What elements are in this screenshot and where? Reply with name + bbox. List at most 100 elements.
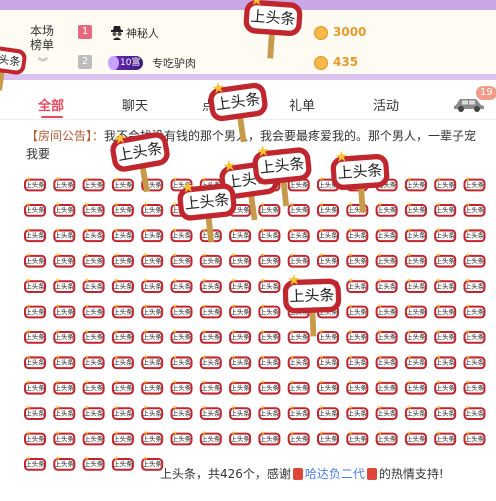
sticker-label: 上头条 (113, 434, 133, 443)
rank-title[interactable]: 本场 榜单 (30, 24, 54, 52)
sticker-label: 上头条 (142, 256, 162, 265)
headline-sticker: ★上头条 (229, 201, 252, 217)
sticker-label: 上头条 (25, 383, 45, 392)
headline-sticker: ★上头条 (317, 252, 339, 268)
tab-gift-list[interactable]: 礼单 (289, 95, 315, 114)
sticker-label: 上头条 (55, 307, 75, 316)
sticker-label: 上头条 (113, 358, 133, 367)
gift-thanks-text: 的热情支持! (378, 467, 444, 481)
sticker-label: 上头条 (201, 231, 221, 240)
headline-sticker: ★上头条 (229, 303, 252, 319)
headline-sticker: ★上头条 (404, 379, 427, 395)
sticker-label: 上头条 (113, 281, 133, 290)
sticker-label: 上头条 (230, 281, 250, 290)
headline-sticker: ★上头条 (53, 176, 76, 192)
headline-sticker: ★上头条 (170, 201, 193, 217)
sticker-label: 上头条 (172, 281, 192, 290)
sticker-label: 上头条 (377, 332, 397, 341)
rank-title-line2: 榜单 (30, 38, 55, 52)
sticker-label: 上头条 (230, 358, 250, 367)
chevron-down-icon[interactable]: ︾ (38, 54, 48, 69)
headline-sticker: ★上头条 (82, 455, 105, 471)
gift-sender-name[interactable]: 哈达负二代 (305, 467, 365, 481)
sticker-label: 上头条 (172, 205, 192, 214)
headline-sticker: ★上头条 (434, 328, 457, 344)
headline-sticker: ★上头条 (434, 201, 457, 217)
rank-title-line1: 本场 (30, 24, 55, 38)
headline-sticker: ★上头条 (199, 277, 222, 293)
headline-sticker: ★上头条 (229, 353, 252, 370)
headline-sticker: ★上头条 (404, 252, 427, 268)
top-strip (0, 0, 496, 10)
headline-sticker: ★上头条 (463, 303, 486, 319)
sticker-label: 上头条 (318, 281, 338, 290)
chat-area[interactable]: 【房间公告】：我不会找没有钱的那个男人，我会要最疼爱我的。那个男人，一辈子宠我要… (0, 121, 496, 501)
tab-bar: 全部 聊天 点 礼单 活动 (0, 86, 496, 120)
sticker-label: 上头条 (435, 332, 455, 341)
headline-sticker: ★上头条 (434, 430, 457, 446)
headline-sticker: ★上头条 (287, 353, 310, 370)
sticker-label: 上头条 (113, 256, 133, 265)
headline-sticker: ★上头条 (53, 201, 76, 217)
sticker-label: 上头条 (25, 358, 45, 367)
sticker-label: 上头条 (318, 307, 338, 316)
headline-sticker: ★上头条 (287, 226, 310, 243)
sticker-label: 上头条 (172, 383, 192, 392)
tab-chat[interactable]: 聊天 (122, 95, 148, 114)
sticker-label: 上头条 (348, 205, 368, 214)
sticker-label: 上头条 (260, 307, 280, 316)
headline-sticker: ★上头条 (111, 303, 134, 319)
headline-sticker: ★上头条 (346, 328, 369, 344)
headline-sticker: ★上头条 (346, 404, 369, 420)
rank-row[interactable]: 2 10富 专吃驴肉 435 (78, 54, 478, 72)
headline-sticker: ★上头条 (317, 201, 339, 217)
headline-sticker: ★上头条 (53, 277, 76, 293)
headline-sticker: ★上头条 (111, 176, 134, 192)
sticker-label: 上头条 (289, 180, 309, 189)
headline-sticker: ★上头条 (53, 353, 76, 370)
sticker-label: 上头条 (142, 358, 162, 367)
sticker-label: 上头条 (406, 281, 426, 290)
sticker-label: 上头条 (348, 281, 368, 290)
headline-sticker: ★上头条 (434, 404, 457, 420)
tab-all[interactable]: 全部 (38, 95, 64, 114)
headline-sticker: ★上头条 (141, 404, 164, 420)
sticker-label: 上头条 (142, 205, 162, 214)
sticker-label: 上头条 (25, 332, 45, 341)
headline-sticker: ★上头条 (111, 252, 134, 268)
headline-sticker: ★上头条 (375, 226, 398, 243)
sticker-label: 上头条 (406, 408, 426, 417)
headline-sticker: ★上头条 (434, 277, 457, 293)
headline-sticker: ★上头条 (82, 226, 105, 243)
user-level-badge (292, 468, 303, 480)
sticker-label: 上头条 (55, 205, 75, 214)
headline-sticker: ★上头条 (199, 430, 222, 446)
headline-sticker: ★上头条 (404, 328, 427, 344)
tab-activity[interactable]: 活动 (373, 95, 399, 114)
headline-sticker: ★上头条 (82, 404, 105, 420)
headline-sticker: ★上头条 (141, 201, 164, 217)
sticker-label: 上头条 (55, 180, 75, 189)
headline-sticker: ★上头条 (317, 328, 339, 344)
sticker-label: 上头条 (25, 256, 45, 265)
headline-sticker: ★上头条 (53, 328, 76, 344)
sticker-label: 上头条 (84, 205, 104, 214)
headline-sticker: ★上头条 (82, 277, 105, 293)
sticker-label: 上头条 (172, 358, 192, 367)
sticker-label: 上头条 (230, 180, 250, 189)
rank-row[interactable]: 1 神秘人 3000 (78, 24, 478, 42)
sticker-label: 上头条 (348, 358, 368, 367)
headline-sticker: ★上头条 (53, 226, 76, 243)
headline-sticker: ★上头条 (317, 379, 339, 395)
sticker-label: 上头条 (230, 231, 250, 240)
sticker-label: 上头条 (84, 231, 104, 240)
headline-sticker: ★上头条 (24, 303, 46, 319)
sticker-label: 上头条 (55, 281, 75, 290)
sticker-label: 上头条 (84, 281, 104, 290)
headline-sticker: ★上头条 (229, 328, 252, 344)
coin-icon (314, 26, 328, 40)
sticker-label: 上头条 (406, 383, 426, 392)
tab-order[interactable]: 点 (202, 95, 215, 114)
sticker-label: 上头条 (142, 408, 162, 417)
headline-sticker: ★上头条 (170, 353, 193, 370)
